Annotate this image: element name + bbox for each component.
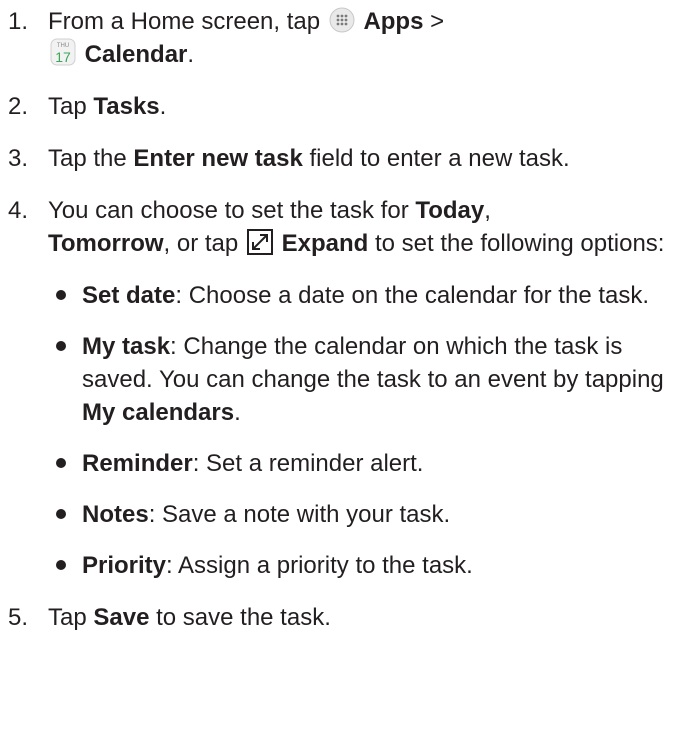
step-text: to set the following options: bbox=[368, 230, 665, 257]
list-item: Priority: Assign a priority to the task. bbox=[48, 549, 670, 582]
tasks-label: Tasks bbox=[93, 93, 160, 120]
option-label: Reminder bbox=[82, 450, 193, 477]
calendar-icon: THU 17 bbox=[50, 38, 76, 66]
step-2: 2. Tap Tasks. bbox=[0, 90, 676, 123]
step-number: 5. bbox=[8, 604, 29, 631]
step-text: Tap bbox=[48, 93, 94, 120]
step-text: > bbox=[423, 8, 445, 35]
apps-label: Apps bbox=[363, 8, 424, 35]
calendar-label: Calendar bbox=[84, 41, 188, 68]
step-text: You can choose to set the task for bbox=[48, 197, 416, 224]
options-list: Set date: Choose a date on the calendar … bbox=[48, 279, 670, 582]
bullet-dot bbox=[56, 458, 66, 468]
step-text: Tap the bbox=[48, 145, 134, 172]
step-text: to save the task. bbox=[149, 604, 331, 631]
option-label: Priority bbox=[82, 552, 167, 579]
bullet-dot bbox=[56, 290, 66, 300]
steps-list: 1. From a Home screen, tap Apps > THU 17… bbox=[0, 5, 676, 634]
save-label: Save bbox=[93, 604, 150, 631]
apps-icon bbox=[329, 7, 355, 33]
step-5: 5. Tap Save to save the task. bbox=[0, 601, 676, 634]
step-text: field to enter a new task. bbox=[302, 145, 570, 172]
step-text: , bbox=[484, 197, 491, 224]
option-text: : Change the calendar on which the task … bbox=[82, 333, 664, 393]
option-label: My task bbox=[82, 333, 171, 360]
list-item: Reminder: Set a reminder alert. bbox=[48, 447, 670, 480]
expand-icon bbox=[246, 229, 273, 255]
expand-label: Expand bbox=[281, 230, 369, 257]
bullet-dot bbox=[56, 341, 66, 351]
step-text: . bbox=[159, 93, 167, 120]
step-1: 1. From a Home screen, tap Apps > THU 17… bbox=[0, 5, 676, 71]
option-text: : Assign a priority to the task. bbox=[166, 552, 473, 579]
option-label: Notes bbox=[82, 501, 149, 528]
bullet-dot bbox=[56, 509, 66, 519]
calendar-icon-date: 17 bbox=[55, 49, 71, 65]
step-number: 1. bbox=[8, 8, 29, 35]
list-item: Notes: Save a note with your task. bbox=[48, 498, 670, 531]
step-text: . bbox=[187, 41, 195, 68]
step-number: 2. bbox=[8, 93, 29, 120]
step-3: 3. Tap the Enter new task field to enter… bbox=[0, 142, 676, 175]
bullet-dot bbox=[56, 560, 66, 570]
today-label: Today bbox=[415, 197, 485, 224]
my-calendars-label: My calendars bbox=[82, 399, 235, 426]
tomorrow-label: Tomorrow bbox=[48, 230, 164, 257]
step-text: Tap bbox=[48, 604, 94, 631]
step-text: From a Home screen, tap bbox=[48, 8, 327, 35]
step-text: , or tap bbox=[163, 230, 245, 257]
option-text: : Set a reminder alert. bbox=[192, 450, 424, 477]
list-item: Set date: Choose a date on the calendar … bbox=[48, 279, 670, 312]
option-text: : Choose a date on the calendar for the … bbox=[175, 282, 650, 309]
option-label: Set date bbox=[82, 282, 176, 309]
step-number: 3. bbox=[8, 145, 29, 172]
step-4: 4. You can choose to set the task for To… bbox=[0, 194, 676, 582]
list-item: My task: Change the calendar on which th… bbox=[48, 330, 670, 429]
option-text: . bbox=[234, 399, 241, 426]
instruction-page: 1. From a Home screen, tap Apps > THU 17… bbox=[0, 0, 676, 753]
option-text: : Save a note with your task. bbox=[148, 501, 451, 528]
enter-new-task-label: Enter new task bbox=[133, 145, 303, 172]
step-number: 4. bbox=[8, 197, 29, 224]
